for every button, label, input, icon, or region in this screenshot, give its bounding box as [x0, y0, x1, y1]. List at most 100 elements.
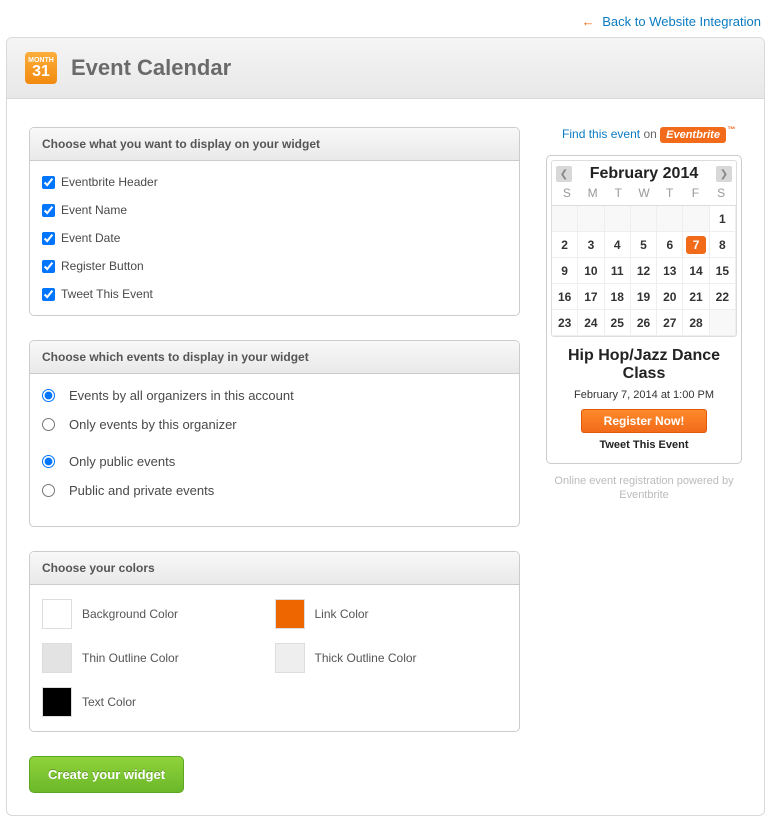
page-title: Event Calendar — [71, 55, 231, 81]
display-option-label: Register Button — [61, 259, 144, 273]
display-option-checkbox[interactable] — [42, 176, 55, 189]
page-header: MONTH31 Event Calendar — [7, 38, 764, 99]
display-option-label: Event Date — [61, 231, 120, 245]
calendar-prev-button[interactable]: ❮ — [556, 166, 572, 182]
calendar-day-cell[interactable]: 10 — [578, 258, 604, 284]
calendar-day-cell[interactable]: 14 — [683, 258, 709, 284]
scope-option-radio[interactable] — [42, 389, 55, 402]
calendar-day-cell[interactable]: 26 — [631, 310, 657, 336]
color-swatch[interactable] — [42, 643, 72, 673]
powered-by-text: Online event registration powered by Eve… — [546, 474, 742, 502]
calendar-empty-cell — [710, 310, 736, 336]
calendar-month-title: February 2014 — [590, 165, 699, 183]
register-button[interactable]: Register Now! — [581, 409, 708, 433]
calendar-day-cell[interactable]: 7 — [683, 232, 709, 258]
find-event-on: on — [643, 127, 656, 141]
calendar-empty-cell — [631, 206, 657, 232]
color-item[interactable]: Thin Outline Color — [42, 643, 275, 673]
color-swatch[interactable] — [275, 599, 305, 629]
display-option-checkbox[interactable] — [42, 204, 55, 217]
calendar-day-cell[interactable]: 22 — [710, 284, 736, 310]
display-option-checkbox[interactable] — [42, 232, 55, 245]
scope-option-label: Public and private events — [69, 483, 214, 498]
scope-option-radio[interactable] — [42, 455, 55, 468]
display-option-row[interactable]: Eventbrite Header — [42, 175, 507, 189]
color-label: Thin Outline Color — [82, 651, 179, 665]
calendar-day-cell[interactable]: 8 — [710, 232, 736, 258]
display-option-row[interactable]: Tweet This Event — [42, 287, 507, 301]
create-widget-button[interactable]: Create your widget — [29, 756, 184, 793]
back-link-row: ← Back to Website Integration — [0, 0, 771, 37]
display-options-panel: Choose what you want to display on your … — [29, 127, 520, 316]
calendar-day-cell[interactable]: 1 — [710, 206, 736, 232]
eventbrite-badge[interactable]: Eventbrite — [660, 127, 726, 143]
display-option-row[interactable]: Register Button — [42, 259, 507, 273]
calendar-day-cell[interactable]: 24 — [578, 310, 604, 336]
color-swatch[interactable] — [275, 643, 305, 673]
calendar-icon: MONTH31 — [25, 52, 57, 84]
color-item[interactable]: Link Color — [275, 599, 508, 629]
calendar-day-cell[interactable]: 3 — [578, 232, 604, 258]
calendar-dow-label: S — [554, 186, 580, 200]
calendar-day-cell[interactable]: 2 — [552, 232, 578, 258]
display-option-checkbox[interactable] — [42, 288, 55, 301]
color-label: Link Color — [315, 607, 369, 621]
calendar-empty-cell — [605, 206, 631, 232]
calendar-dow-label: T — [657, 186, 683, 200]
scope-option-label: Only events by this organizer — [69, 417, 237, 432]
calendar-day-cell[interactable]: 11 — [605, 258, 631, 284]
calendar-dow-label: S — [708, 186, 734, 200]
calendar-day-cell[interactable]: 19 — [631, 284, 657, 310]
calendar-day-cell[interactable]: 23 — [552, 310, 578, 336]
calendar-day-cell[interactable]: 25 — [605, 310, 631, 336]
color-item[interactable]: Text Color — [42, 687, 275, 717]
event-title: Hip Hop/Jazz Dance Class — [557, 347, 731, 383]
color-swatch[interactable] — [42, 599, 72, 629]
calendar-dow-label: F — [683, 186, 709, 200]
calendar-day-cell[interactable]: 15 — [710, 258, 736, 284]
scope-option-row[interactable]: Only public events — [42, 454, 507, 469]
tweet-link[interactable]: Tweet This Event — [557, 439, 731, 451]
panel-header: Choose which events to display in your w… — [30, 341, 519, 374]
calendar-day-cell[interactable]: 18 — [605, 284, 631, 310]
scope-option-radio[interactable] — [42, 418, 55, 431]
display-option-label: Eventbrite Header — [61, 175, 158, 189]
calendar-day-cell[interactable]: 13 — [657, 258, 683, 284]
calendar-dow-label: M — [580, 186, 606, 200]
calendar-day-cell[interactable]: 21 — [683, 284, 709, 310]
main-container: MONTH31 Event Calendar Choose what you w… — [6, 37, 765, 816]
back-link[interactable]: Back to Website Integration — [602, 14, 761, 29]
colors-panel: Choose your colors Background ColorLink … — [29, 551, 520, 732]
color-item[interactable]: Background Color — [42, 599, 275, 629]
calendar-day-cell[interactable]: 20 — [657, 284, 683, 310]
find-event-link[interactable]: Find this event — [562, 127, 640, 141]
calendar-day-cell[interactable]: 28 — [683, 310, 709, 336]
calendar-next-button[interactable]: ❯ — [716, 166, 732, 182]
calendar-day-cell[interactable]: 9 — [552, 258, 578, 284]
calendar-dow-label: T — [605, 186, 631, 200]
color-label: Text Color — [82, 695, 136, 709]
calendar-day-cell[interactable]: 5 — [631, 232, 657, 258]
scope-option-row[interactable]: Public and private events — [42, 483, 507, 498]
color-label: Thick Outline Color — [315, 651, 417, 665]
calendar-empty-cell — [578, 206, 604, 232]
calendar-day-cell[interactable]: 4 — [605, 232, 631, 258]
scope-option-row[interactable]: Only events by this organizer — [42, 417, 507, 432]
scope-option-label: Only public events — [69, 454, 175, 469]
display-option-checkbox[interactable] — [42, 260, 55, 273]
display-option-row[interactable]: Event Date — [42, 231, 507, 245]
event-date: February 7, 2014 at 1:00 PM — [557, 389, 731, 401]
calendar-day-cell[interactable]: 16 — [552, 284, 578, 310]
scope-option-row[interactable]: Events by all organizers in this account — [42, 388, 507, 403]
find-event-row: Find this event on Eventbrite — [546, 127, 742, 143]
color-swatch[interactable] — [42, 687, 72, 717]
color-item[interactable]: Thick Outline Color — [275, 643, 508, 673]
calendar-day-cell[interactable]: 6 — [657, 232, 683, 258]
calendar-day-cell[interactable]: 12 — [631, 258, 657, 284]
calendar-day-cell[interactable]: 27 — [657, 310, 683, 336]
display-option-row[interactable]: Event Name — [42, 203, 507, 217]
scope-option-radio[interactable] — [42, 484, 55, 497]
display-option-label: Tweet This Event — [61, 287, 153, 301]
calendar-day-cell[interactable]: 17 — [578, 284, 604, 310]
calendar-empty-cell — [552, 206, 578, 232]
